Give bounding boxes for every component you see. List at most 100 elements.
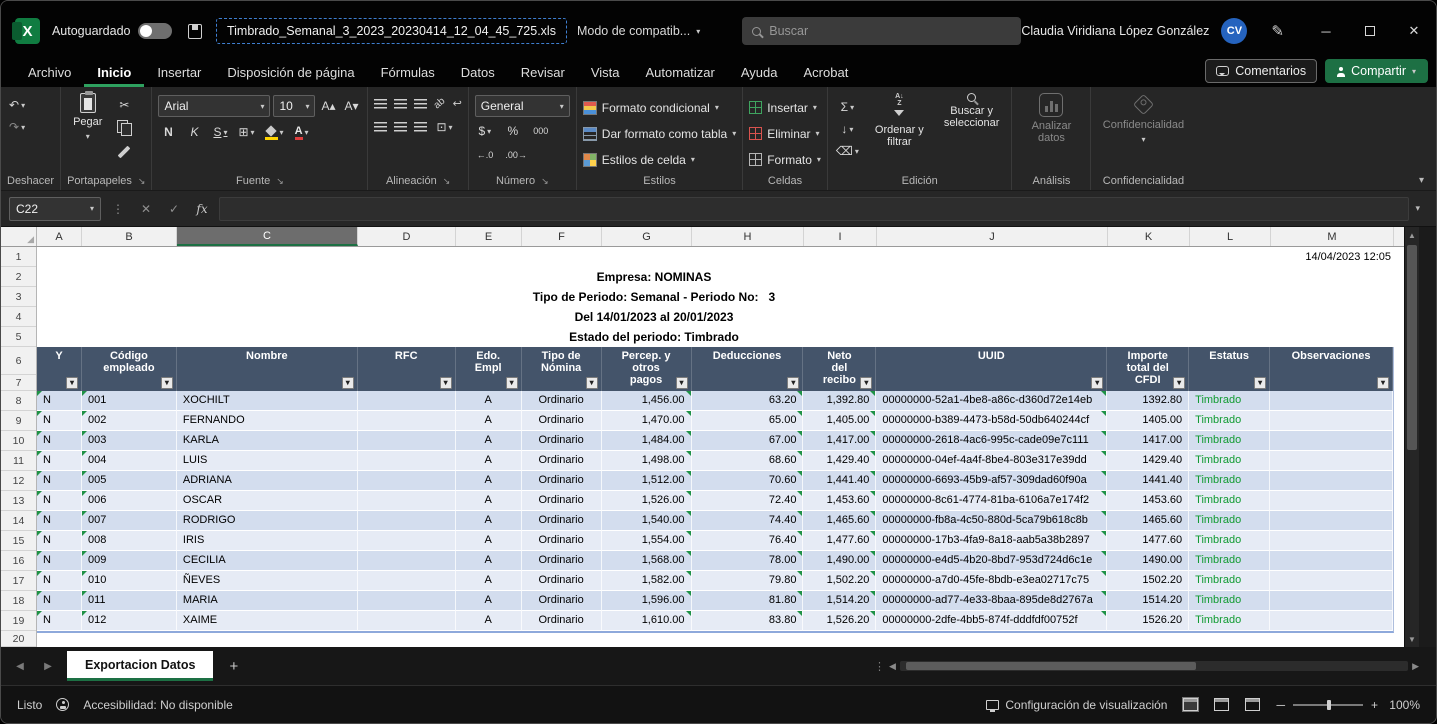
cell[interactable]: N [37, 391, 82, 411]
cell[interactable]: 010 [82, 571, 177, 591]
row-header-17[interactable]: 17 [1, 571, 36, 591]
font-size-combo[interactable]: 10▾ [273, 95, 315, 117]
cell[interactable]: A [456, 411, 522, 431]
undo-button[interactable]: ↶▾ [7, 95, 27, 115]
close-button[interactable]: ✕ [1392, 11, 1436, 51]
insert-function-icon[interactable]: fx [191, 202, 213, 216]
cell[interactable]: 004 [82, 451, 177, 471]
cell[interactable] [358, 551, 456, 571]
cell[interactable]: Ordinario [522, 411, 602, 431]
cell[interactable] [1270, 431, 1393, 451]
hscroll-track[interactable] [900, 661, 1408, 671]
cell[interactable]: 76.40 [692, 531, 804, 551]
cell[interactable]: N [37, 591, 82, 611]
cell[interactable] [1270, 611, 1393, 631]
align-right-icon[interactable] [414, 122, 427, 132]
horizontal-scroll-thumb[interactable] [906, 662, 1196, 670]
cell[interactable]: 00000000-a7d0-45fe-8bdb-e3ea02717c75 [876, 571, 1107, 591]
cell[interactable]: 1453.60 [1107, 491, 1189, 511]
scroll-up-icon[interactable]: ▲ [1405, 227, 1419, 243]
filter-dropdown-button[interactable]: ▾ [342, 377, 354, 389]
cell[interactable]: Ordinario [522, 431, 602, 451]
horizontal-scrollbar[interactable]: ⋮ ◀ ▶ [874, 660, 1419, 672]
zoom-slider[interactable] [1293, 704, 1363, 706]
cell[interactable]: 1,484.00 [602, 431, 692, 451]
cell[interactable] [1270, 491, 1393, 511]
tab-automatizar[interactable]: Automatizar [633, 58, 728, 87]
search-input[interactable]: Buscar [742, 17, 1021, 45]
cell[interactable] [358, 571, 456, 591]
cell[interactable]: OSCAR [177, 491, 358, 511]
decrease-font-button[interactable]: A▾ [341, 96, 361, 116]
row-header-3[interactable]: 3 [1, 287, 36, 307]
tab-fórmulas[interactable]: Fórmulas [368, 58, 448, 87]
vertical-scrollbar[interactable]: ▲ ▼ [1404, 227, 1419, 647]
cell[interactable]: N [37, 551, 82, 571]
cell[interactable]: 1,470.00 [602, 411, 692, 431]
decrease-decimal-button[interactable]: .00→ [503, 145, 529, 165]
row-header-5[interactable]: 5 [1, 327, 36, 347]
cell[interactable]: N [37, 451, 82, 471]
maximize-button[interactable] [1348, 11, 1392, 51]
cell[interactable]: 1,405.00 [803, 411, 876, 431]
cell[interactable] [358, 511, 456, 531]
expand-formula-bar-icon[interactable]: ▾ [1415, 203, 1420, 214]
column-header-G[interactable]: G [602, 227, 692, 246]
cell[interactable]: Timbrado [1189, 611, 1270, 631]
cell[interactable]: 1,456.00 [602, 391, 692, 411]
find-select-button[interactable]: Buscar y seleccionar [938, 91, 1006, 131]
fill-color-button[interactable]: ▾ [263, 122, 286, 142]
cell[interactable]: A [456, 591, 522, 611]
cell[interactable]: 005 [82, 471, 177, 491]
column-header-E[interactable]: E [456, 227, 522, 246]
format-cells-button[interactable]: Formato▾ [749, 149, 821, 170]
cell[interactable]: XOCHILT [177, 391, 358, 411]
scroll-down-icon[interactable]: ▼ [1405, 631, 1419, 647]
cell[interactable]: IRIS [177, 531, 358, 551]
cell[interactable]: LUIS [177, 451, 358, 471]
dialog-launcher-icon[interactable]: ↘ [443, 176, 451, 187]
cell[interactable]: 009 [82, 551, 177, 571]
comma-style-button[interactable]: 000 [531, 121, 551, 141]
column-header-B[interactable]: B [82, 227, 177, 246]
cell[interactable]: 00000000-04ef-4a4f-8be4-803e317e39dd [876, 451, 1107, 471]
cell[interactable]: Timbrado [1189, 511, 1270, 531]
cell[interactable]: 012 [82, 611, 177, 631]
cell[interactable] [358, 411, 456, 431]
cell[interactable]: 79.80 [692, 571, 804, 591]
row-header-13[interactable]: 13 [1, 491, 36, 511]
cell[interactable]: 1,582.00 [602, 571, 692, 591]
cell[interactable]: 78.00 [692, 551, 804, 571]
cell[interactable]: Ordinario [522, 611, 602, 631]
cell[interactable]: A [456, 491, 522, 511]
column-header-D[interactable]: D [358, 227, 456, 246]
filter-dropdown-button[interactable]: ▾ [66, 377, 78, 389]
worksheet[interactable]: ◢ ABCDEFGHIJKLM 123456789101112131415161… [1, 227, 1406, 647]
cell[interactable]: 1392.80 [1107, 391, 1189, 411]
cell[interactable]: 1,568.00 [602, 551, 692, 571]
row-header-4[interactable]: 4 [1, 307, 36, 327]
zoom-knob[interactable] [1327, 700, 1331, 710]
splitter-dots-icon[interactable]: ⋮ [874, 660, 885, 673]
cell[interactable]: 1,392.80 [803, 391, 876, 411]
cell[interactable]: MARIA [177, 591, 358, 611]
cell[interactable]: N [37, 471, 82, 491]
tab-ayuda[interactable]: Ayuda [728, 58, 791, 87]
save-icon[interactable] [188, 24, 202, 39]
insert-cells-button[interactable]: Insertar▾ [749, 97, 817, 118]
tab-acrobat[interactable]: Acrobat [791, 58, 862, 87]
cell[interactable]: Ordinario [522, 531, 602, 551]
cell[interactable] [1270, 571, 1393, 591]
filter-dropdown-button[interactable]: ▾ [586, 377, 598, 389]
cell[interactable]: 1,441.40 [803, 471, 876, 491]
column-header-L[interactable]: L [1190, 227, 1271, 246]
cell[interactable]: A [456, 471, 522, 491]
cell[interactable]: 00000000-2618-4ac6-995c-cade09e7c111 [876, 431, 1107, 451]
cell[interactable]: Ordinario [522, 451, 602, 471]
new-sheet-button[interactable]: + [229, 658, 238, 675]
pen-icon[interactable]: ✎ [1271, 22, 1284, 40]
cell[interactable]: Ordinario [522, 391, 602, 411]
row-header-8[interactable]: 8 [1, 391, 36, 411]
format-painter-button[interactable] [114, 139, 134, 159]
zoom-in-button[interactable]: + [1371, 698, 1378, 712]
